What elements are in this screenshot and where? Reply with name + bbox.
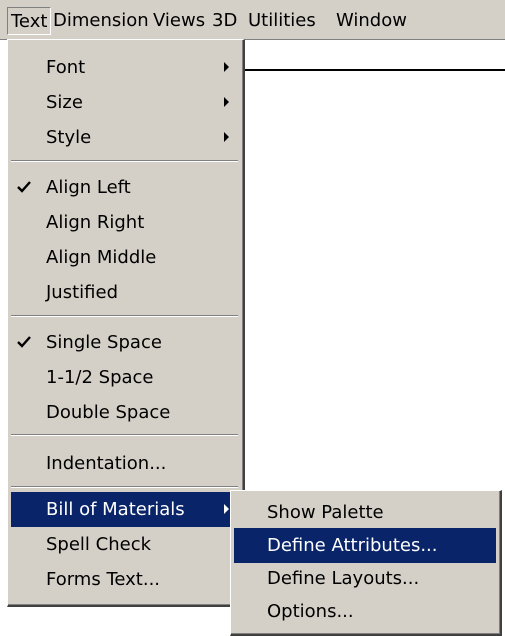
menu-text[interactable]: Text	[7, 7, 52, 35]
menu-item-label: Spell Check	[46, 534, 152, 555]
menu-item-style[interactable]: Style	[11, 120, 239, 155]
menu-item-label: Show Palette	[267, 502, 384, 523]
menu-item-options[interactable]: Options...	[234, 594, 496, 629]
menu-item-label: Align Left	[46, 177, 131, 198]
menu-item-label: Size	[46, 92, 83, 113]
menu-bar: Text Dimension Views 3D Utilities Window	[0, 0, 505, 40]
menu-item-define-layouts[interactable]: Define Layouts...	[234, 561, 496, 596]
menu-item-label: Bill of Materials	[46, 499, 185, 520]
menu-item-show-palette[interactable]: Show Palette	[234, 495, 496, 530]
menu-item-label: Indentation...	[46, 453, 167, 474]
menu-separator	[11, 434, 238, 436]
menu-item-label: Forms Text...	[46, 569, 161, 590]
menu-item-double-space[interactable]: Double Space	[11, 395, 239, 430]
menu-dimension[interactable]: Dimension	[50, 7, 152, 35]
menu-window[interactable]: Window	[333, 7, 410, 35]
text-dropdown-menu: Font Size Style Align Left Align Right A…	[7, 39, 245, 607]
menu-item-label: Align Right	[46, 212, 145, 233]
menu-views[interactable]: Views	[150, 7, 208, 35]
menu-item-font[interactable]: Font	[11, 50, 239, 85]
menu-item-label: Define Layouts...	[267, 568, 420, 589]
menu-item-single-space[interactable]: Single Space	[11, 325, 239, 360]
submenu-arrow-icon	[224, 62, 229, 72]
submenu-arrow-icon	[224, 132, 229, 142]
menu-item-label: Align Middle	[46, 247, 157, 268]
menu-item-size[interactable]: Size	[11, 85, 239, 120]
checkmark-icon	[17, 325, 33, 360]
submenu-arrow-icon	[224, 97, 229, 107]
menu-item-label: Define Attributes...	[267, 535, 438, 556]
menu-item-label: Style	[46, 127, 92, 148]
menu-item-label: Options...	[267, 601, 354, 622]
menu-item-forms-text[interactable]: Forms Text...	[11, 562, 239, 597]
menu-item-one-half-space[interactable]: 1-1/2 Space	[11, 360, 239, 395]
bill-of-materials-submenu: Show Palette Define Attributes... Define…	[230, 490, 502, 636]
checkmark-icon	[17, 170, 33, 205]
menu-item-label: Justified	[46, 282, 118, 303]
workspace-divider	[230, 69, 505, 71]
menu-item-bill-of-materials[interactable]: Bill of Materials	[11, 492, 239, 527]
menu-item-indentation[interactable]: Indentation...	[11, 446, 239, 481]
menu-item-spell-check[interactable]: Spell Check	[11, 527, 239, 562]
menu-utilities[interactable]: Utilities	[245, 7, 319, 35]
menu-item-label: Double Space	[46, 402, 171, 423]
menu-item-define-attributes[interactable]: Define Attributes...	[234, 528, 496, 563]
menu-item-label: Single Space	[46, 332, 162, 353]
menu-separator	[11, 486, 238, 488]
menu-3d[interactable]: 3D	[209, 7, 240, 35]
submenu-arrow-icon	[224, 504, 229, 514]
menu-item-align-middle[interactable]: Align Middle	[11, 240, 239, 275]
menu-item-align-left[interactable]: Align Left	[11, 170, 239, 205]
menu-item-justified[interactable]: Justified	[11, 275, 239, 310]
menu-item-align-right[interactable]: Align Right	[11, 205, 239, 240]
menu-separator	[11, 160, 238, 162]
menu-separator	[11, 315, 238, 317]
menu-item-label: Font	[46, 57, 86, 78]
menu-item-label: 1-1/2 Space	[46, 367, 154, 388]
application-window: Text Dimension Views 3D Utilities Window…	[0, 0, 505, 636]
